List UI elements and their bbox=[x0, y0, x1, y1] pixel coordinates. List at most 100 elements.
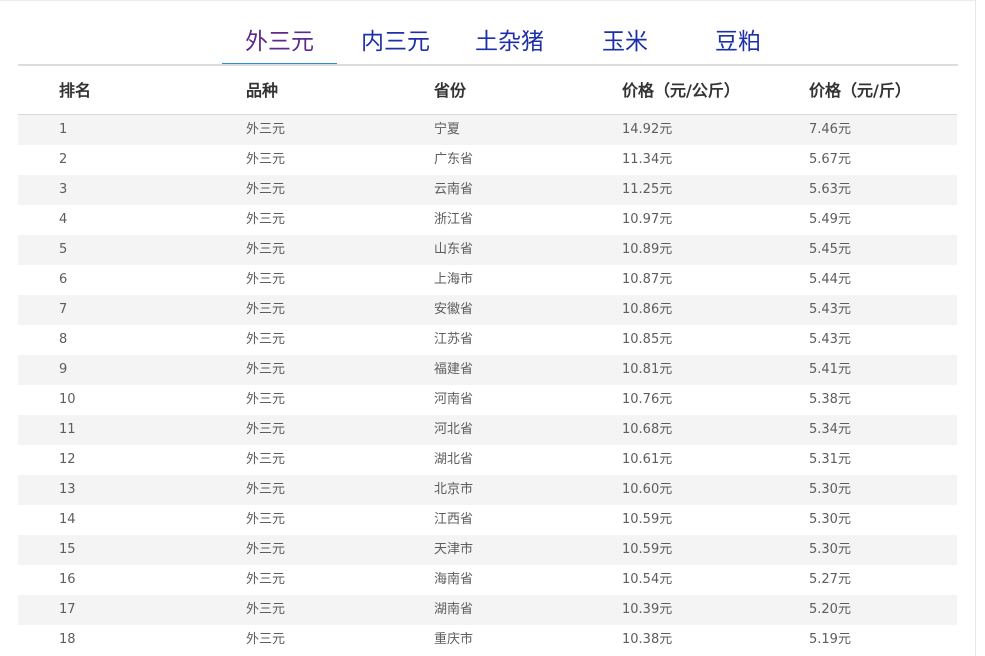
cell-breed: 外三元 bbox=[246, 122, 286, 137]
cell-province: 浙江省 bbox=[434, 212, 474, 227]
cell-price-per-kg: 10.76元 bbox=[622, 392, 673, 407]
cell-price-per-jin: 5.20元 bbox=[809, 602, 851, 617]
cell-price-per-kg: 10.60元 bbox=[622, 482, 673, 497]
right-border bbox=[975, 0, 976, 656]
header-breed: 品种 bbox=[246, 81, 279, 100]
tab-nei-san-yuan[interactable]: 内三元 bbox=[348, 26, 443, 58]
cell-price-per-jin: 5.43元 bbox=[809, 332, 851, 347]
table-row: 7 外三元 安徽省 10.86元 5.43元 bbox=[18, 295, 957, 325]
table-row: 14 外三元 江西省 10.59元 5.30元 bbox=[18, 505, 957, 535]
cell-rank: 6 bbox=[59, 272, 68, 287]
cell-rank: 17 bbox=[59, 602, 76, 617]
cell-price-per-kg: 10.59元 bbox=[622, 542, 673, 557]
table-row: 15 外三元 天津市 10.59元 5.30元 bbox=[18, 535, 957, 565]
cell-price-per-kg: 10.89元 bbox=[622, 242, 673, 257]
cell-price-per-jin: 5.38元 bbox=[809, 392, 851, 407]
cell-price-per-kg: 10.68元 bbox=[622, 422, 673, 437]
cell-rank: 12 bbox=[59, 452, 76, 467]
cell-province: 河北省 bbox=[434, 422, 474, 437]
cell-rank: 9 bbox=[59, 362, 68, 377]
table-header: 排名 品种 省份 价格（元/公斤） 价格（元/斤） bbox=[18, 66, 957, 115]
cell-breed: 外三元 bbox=[246, 182, 286, 197]
cell-rank: 15 bbox=[59, 542, 76, 557]
cell-breed: 外三元 bbox=[246, 302, 286, 317]
cell-price-per-kg: 10.39元 bbox=[622, 602, 673, 617]
table-row: 1 外三元 宁夏 14.92元 7.46元 bbox=[18, 115, 957, 145]
cell-breed: 外三元 bbox=[246, 452, 286, 467]
cell-province: 湖北省 bbox=[434, 452, 474, 467]
table-row: 16 外三元 海南省 10.54元 5.27元 bbox=[18, 565, 957, 595]
cell-price-per-jin: 7.46元 bbox=[809, 122, 851, 137]
header-province: 省份 bbox=[434, 81, 467, 100]
cell-price-per-jin: 5.30元 bbox=[809, 482, 851, 497]
cell-price-per-kg: 14.92元 bbox=[622, 122, 673, 137]
cell-price-per-kg: 10.86元 bbox=[622, 302, 673, 317]
table-row: 6 外三元 上海市 10.87元 5.44元 bbox=[18, 265, 957, 295]
cell-price-per-kg: 10.97元 bbox=[622, 212, 673, 227]
cell-price-per-kg: 10.61元 bbox=[622, 452, 673, 467]
cell-price-per-kg: 10.81元 bbox=[622, 362, 673, 377]
cell-breed: 外三元 bbox=[246, 632, 286, 647]
cell-rank: 5 bbox=[59, 242, 68, 257]
cell-province: 北京市 bbox=[434, 482, 474, 497]
cell-rank: 18 bbox=[59, 632, 76, 647]
cell-province: 上海市 bbox=[434, 272, 474, 287]
cell-province: 重庆市 bbox=[434, 632, 474, 647]
cell-breed: 外三元 bbox=[246, 242, 286, 257]
cell-breed: 外三元 bbox=[246, 542, 286, 557]
table-row: 3 外三元 云南省 11.25元 5.63元 bbox=[18, 175, 957, 205]
cell-price-per-kg: 10.59元 bbox=[622, 512, 673, 527]
cell-price-per-jin: 5.45元 bbox=[809, 242, 851, 257]
table-row: 11 外三元 河北省 10.68元 5.34元 bbox=[18, 415, 957, 445]
cell-price-per-kg: 10.85元 bbox=[622, 332, 673, 347]
cell-breed: 外三元 bbox=[246, 272, 286, 287]
cell-price-per-kg: 10.54元 bbox=[622, 572, 673, 587]
cell-rank: 1 bbox=[59, 122, 68, 137]
cell-province: 云南省 bbox=[434, 182, 474, 197]
cell-breed: 外三元 bbox=[246, 482, 286, 497]
cell-price-per-jin: 5.34元 bbox=[809, 422, 851, 437]
cell-price-per-kg: 11.25元 bbox=[622, 182, 673, 197]
table-row: 10 外三元 河南省 10.76元 5.38元 bbox=[18, 385, 957, 415]
table-row: 4 外三元 浙江省 10.97元 5.49元 bbox=[18, 205, 957, 235]
cell-rank: 10 bbox=[59, 392, 76, 407]
table-row: 17 外三元 湖南省 10.39元 5.20元 bbox=[18, 595, 957, 625]
cell-breed: 外三元 bbox=[246, 332, 286, 347]
tab-dou-po[interactable]: 豆粕 bbox=[698, 26, 778, 58]
cell-price-per-jin: 5.43元 bbox=[809, 302, 851, 317]
cell-rank: 3 bbox=[59, 182, 68, 197]
cell-rank: 2 bbox=[59, 152, 68, 167]
cell-rank: 14 bbox=[59, 512, 76, 527]
cell-price-per-jin: 5.27元 bbox=[809, 572, 851, 587]
tab-wai-san-yuan[interactable]: 外三元 bbox=[222, 26, 337, 58]
cell-price-per-jin: 5.19元 bbox=[809, 632, 851, 647]
cell-rank: 8 bbox=[59, 332, 68, 347]
cell-province: 天津市 bbox=[434, 542, 474, 557]
tab-tu-za-zhu[interactable]: 土杂猪 bbox=[462, 26, 557, 58]
cell-breed: 外三元 bbox=[246, 362, 286, 377]
price-table: 排名 品种 省份 价格（元/公斤） 价格（元/斤） 1 外三元 宁夏 14.92元 7.… bbox=[18, 66, 957, 655]
cell-province: 广东省 bbox=[434, 152, 474, 167]
cell-price-per-jin: 5.63元 bbox=[809, 182, 851, 197]
tab-yu-mi[interactable]: 玉米 bbox=[585, 26, 665, 58]
cell-price-per-kg: 10.87元 bbox=[622, 272, 673, 287]
header-rank: 排名 bbox=[59, 81, 92, 100]
table-row: 2 外三元 广东省 11.34元 5.67元 bbox=[18, 145, 957, 175]
cell-price-per-kg: 11.34元 bbox=[622, 152, 673, 167]
cell-breed: 外三元 bbox=[246, 512, 286, 527]
cell-breed: 外三元 bbox=[246, 602, 286, 617]
cell-province: 江西省 bbox=[434, 512, 474, 527]
cell-province: 福建省 bbox=[434, 362, 474, 377]
cell-rank: 7 bbox=[59, 302, 68, 317]
cell-price-per-jin: 5.41元 bbox=[809, 362, 851, 377]
category-tabs: 外三元 内三元 土杂猪 玉米 豆粕 bbox=[0, 0, 976, 66]
cell-rank: 13 bbox=[59, 482, 76, 497]
cell-price-per-jin: 5.31元 bbox=[809, 452, 851, 467]
cell-rank: 11 bbox=[59, 422, 76, 437]
cell-price-per-kg: 10.38元 bbox=[622, 632, 673, 647]
cell-province: 安徽省 bbox=[434, 302, 474, 317]
cell-price-per-jin: 5.67元 bbox=[809, 152, 851, 167]
table-body: 1 外三元 宁夏 14.92元 7.46元 2 外三元 广东省 11.34元 5.67元 3 外三元云… bbox=[18, 115, 957, 655]
cell-province: 宁夏 bbox=[434, 122, 461, 137]
cell-province: 江苏省 bbox=[434, 332, 474, 347]
